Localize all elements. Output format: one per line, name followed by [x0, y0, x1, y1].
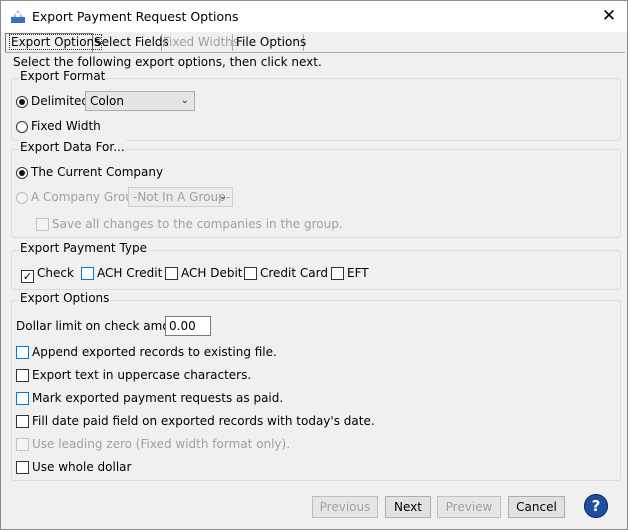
dialog-window: Export Payment Request Options ✕ Export …: [0, 0, 628, 530]
close-icon: ✕: [601, 6, 617, 26]
eft-label: EFT: [347, 266, 369, 280]
leading-zero-row: Use leading zero (Fixed width format onl…: [16, 436, 290, 452]
export-data-for-group: Export Data For... The Current Company A…: [11, 140, 621, 238]
help-button[interactable]: ?: [584, 494, 608, 518]
ach-debit-row[interactable]: ACH Debit: [165, 265, 243, 281]
tab-file-options[interactable]: File Options: [233, 34, 306, 51]
delimited-radio-row[interactable]: Delimited: [16, 93, 89, 109]
append-label: Append exported records to existing file…: [32, 345, 277, 359]
tab-fixed-widths: Fixed Widths: [160, 34, 239, 51]
fixed-width-radio-row[interactable]: Fixed Width: [16, 118, 101, 134]
fill-date-checkbox[interactable]: [16, 415, 29, 428]
group-legend: Export Payment Type: [19, 241, 149, 255]
title-bar: Export Payment Request Options ✕: [1, 1, 627, 32]
export-format-group: Export Format Delimited Colon ⌄ Fixed Wi…: [11, 69, 621, 141]
group-legend: Export Options: [19, 291, 111, 305]
mark-paid-row[interactable]: Mark exported payment requests as paid.: [16, 390, 283, 406]
intro-text: Select the following export options, the…: [13, 55, 322, 69]
mark-paid-checkbox[interactable]: [16, 392, 29, 405]
save-changes-label: Save all changes to the companies in the…: [52, 217, 343, 231]
current-company-label: The Current Company: [31, 165, 164, 179]
fill-date-label: Fill date paid field on exported records…: [32, 414, 375, 428]
export-options-group: Export Options Dollar limit on check amo…: [11, 291, 621, 481]
tab-panel-export-options: Select the following export options, the…: [5, 53, 625, 486]
whole-dollar-label: Use whole dollar: [32, 460, 132, 474]
dollar-limit-input[interactable]: 0.00: [165, 316, 211, 336]
leading-zero-label: Use leading zero (Fixed width format onl…: [32, 437, 291, 451]
preview-button: Preview: [437, 496, 501, 518]
whole-dollar-row[interactable]: Use whole dollar: [16, 459, 131, 475]
ach-credit-checkbox[interactable]: [81, 267, 94, 280]
chevron-down-icon: ⌄: [218, 191, 227, 202]
credit-card-label: Credit Card: [260, 266, 328, 280]
fixed-width-label: Fixed Width: [31, 119, 101, 133]
next-button[interactable]: Next: [385, 496, 431, 518]
save-changes-row: Save all changes to the companies in the…: [36, 216, 343, 232]
company-group-radio: [16, 192, 28, 204]
fill-date-row[interactable]: Fill date paid field on exported records…: [16, 413, 375, 429]
delimited-label: Delimited: [31, 94, 90, 108]
payment-type-group: Export Payment Type ✓ Check ACH Credit AC…: [11, 241, 621, 290]
uppercase-row[interactable]: Export text in uppercase characters.: [16, 367, 251, 383]
delimiter-value: Colon: [90, 94, 125, 108]
ach-credit-row[interactable]: ACH Credit: [81, 265, 162, 281]
append-checkbox[interactable]: [16, 346, 29, 359]
chevron-down-icon: ⌄: [180, 95, 189, 106]
ach-debit-checkbox[interactable]: [165, 267, 178, 280]
group-legend: Export Format: [19, 69, 107, 83]
close-button[interactable]: ✕: [597, 5, 621, 27]
window-title: Export Payment Request Options: [32, 9, 239, 24]
eft-checkbox[interactable]: [331, 267, 344, 280]
group-legend: Export Data For...: [19, 140, 126, 154]
ach-credit-label: ACH Credit: [97, 266, 163, 280]
previous-button: Previous: [312, 496, 378, 518]
help-icon: ?: [591, 497, 601, 515]
uppercase-label: Export text in uppercase characters.: [32, 368, 252, 382]
company-group-radio-row: A Company Group:: [16, 189, 145, 205]
tab-export-options[interactable]: Export Options: [5, 33, 103, 52]
app-icon: [11, 10, 25, 23]
fixed-width-radio[interactable]: [16, 121, 28, 133]
credit-card-row[interactable]: Credit Card: [244, 265, 328, 281]
tab-label: Export Options: [9, 34, 103, 50]
mark-paid-label: Mark exported payment requests as paid.: [32, 391, 284, 405]
current-company-radio[interactable]: [16, 167, 28, 179]
delimiter-select[interactable]: Colon ⌄: [85, 91, 195, 111]
check-type-label: Check: [37, 266, 74, 280]
append-row[interactable]: Append exported records to existing file…: [16, 344, 277, 360]
save-changes-checkbox: [36, 218, 49, 231]
tab-select-fields[interactable]: Select Fields: [91, 34, 169, 51]
uppercase-checkbox[interactable]: [16, 369, 29, 382]
ach-debit-label: ACH Debit: [181, 266, 243, 280]
footer-divider: [1, 488, 627, 489]
leading-zero-checkbox: [16, 438, 29, 451]
check-type-row[interactable]: ✓ Check: [21, 265, 74, 283]
eft-row[interactable]: EFT: [331, 265, 369, 281]
current-company-radio-row[interactable]: The Current Company: [16, 164, 163, 180]
delimited-radio[interactable]: [16, 96, 28, 108]
cancel-button[interactable]: Cancel: [508, 496, 565, 518]
company-group-value: -Not In A Group-: [133, 190, 231, 204]
credit-card-checkbox[interactable]: [244, 267, 257, 280]
company-group-select: -Not In A Group- ⌄: [128, 187, 233, 207]
check-type-checkbox[interactable]: ✓: [21, 270, 34, 283]
whole-dollar-checkbox[interactable]: [16, 461, 29, 474]
